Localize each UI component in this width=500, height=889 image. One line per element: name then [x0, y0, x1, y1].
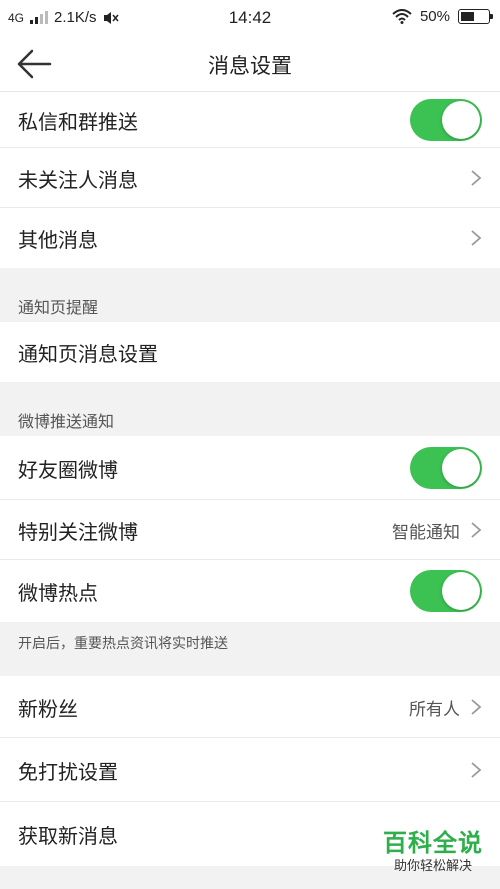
status-bar: 4G 2.1K/s 14:42 50%: [0, 0, 500, 36]
private-msg-toggle[interactable]: [410, 99, 482, 141]
special-follow-value: 智能通知: [392, 522, 460, 543]
hot-topics-hint: 开启后，重要热点资讯将实时推送: [18, 636, 228, 652]
notify-page-settings-label: 通知页消息设置: [18, 341, 158, 366]
notify-page-settings-row[interactable]: 通知页消息设置: [0, 322, 500, 382]
new-fans-value: 所有人: [409, 699, 460, 720]
status-right: 50%: [392, 8, 493, 25]
unfollowed-msg-row[interactable]: 未关注人消息: [0, 148, 500, 208]
chevron-right-icon: [471, 762, 482, 778]
chevron-right-icon: [471, 230, 482, 246]
new-fans-row[interactable]: 新粉丝 所有人: [0, 676, 500, 738]
friends-circle-row: 好友圈微博: [0, 436, 500, 500]
watermark-sub: 助你轻松解决: [393, 859, 472, 874]
toggle-knob: [442, 449, 480, 487]
battery-icon: [458, 9, 493, 24]
friends-circle-toggle[interactable]: [410, 447, 482, 489]
hot-topics-label: 微博热点: [18, 580, 98, 605]
back-button[interactable]: [14, 46, 62, 82]
nav-bar: 消息设置: [0, 36, 500, 92]
private-msg-row: 私信和群推送: [0, 92, 500, 148]
private-msg-label: 私信和群推送: [18, 109, 138, 134]
page-title: 消息设置: [208, 54, 292, 78]
new-fans-label: 新粉丝: [18, 696, 78, 721]
hot-topics-toggle[interactable]: [410, 570, 482, 612]
special-follow-label: 特别关注微博: [18, 519, 138, 544]
back-arrow-icon: [17, 49, 52, 79]
battery-level: [461, 12, 474, 21]
hot-topics-row: 微博热点: [0, 560, 500, 622]
watermark-logo: 百科全说 助你轻松解决: [378, 828, 488, 876]
chevron-right-icon: [471, 699, 482, 715]
battery-percent: 50%: [419, 8, 450, 25]
other-msg-label: 其他消息: [18, 227, 98, 252]
other-msg-row[interactable]: 其他消息: [0, 208, 500, 268]
chevron-right-icon: [471, 170, 482, 186]
toggle-knob: [442, 101, 480, 139]
dnd-row[interactable]: 免打扰设置: [0, 738, 500, 802]
special-follow-row[interactable]: 特别关注微博 智能通知: [0, 500, 500, 560]
watermark-main: 百科全说: [383, 829, 483, 857]
friends-circle-label: 好友圈微博: [18, 457, 118, 482]
toggle-knob: [442, 572, 480, 610]
weibo-push-header: 微博推送通知: [18, 412, 115, 431]
notify-page-header: 通知页提醒: [18, 298, 99, 317]
chevron-right-icon: [471, 522, 482, 538]
wifi-icon: [392, 9, 412, 24]
unfollowed-msg-label: 未关注人消息: [18, 167, 138, 192]
dnd-label: 免打扰设置: [18, 759, 118, 784]
